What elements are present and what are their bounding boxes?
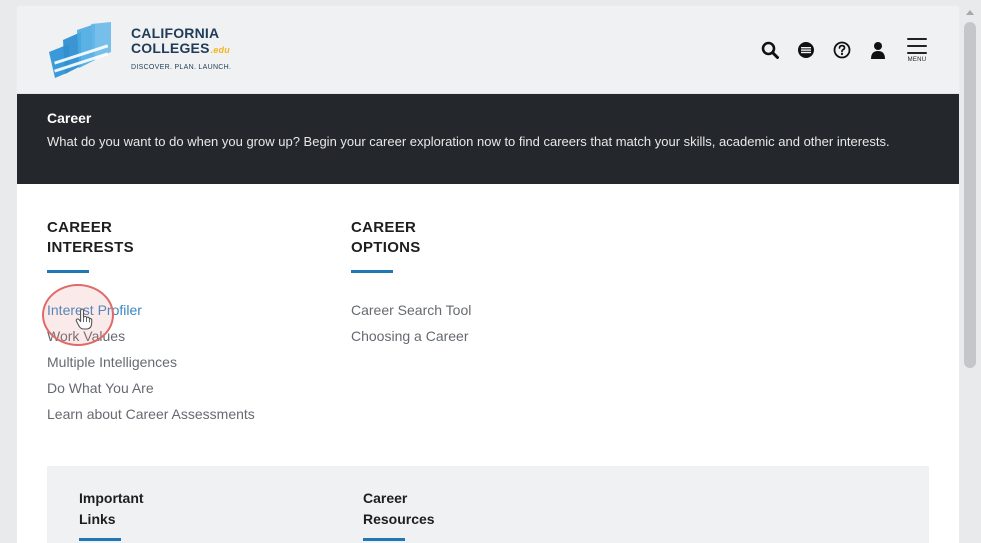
scroll-thumb[interactable] [964, 22, 976, 368]
list-item: Multiple Intelligences [47, 349, 327, 375]
career-options-column: CAREER OPTIONS Career Search Tool Choosi… [351, 218, 631, 349]
career-search-tool-link[interactable]: Career Search Tool [351, 302, 471, 318]
search-icon[interactable] [759, 39, 781, 61]
multiple-intelligences-link[interactable]: Multiple Intelligences [47, 354, 177, 370]
logo-text: CALIFORNIA COLLEGES.edu DISCOVER. PLAN. … [131, 25, 232, 72]
heading-divider [351, 270, 393, 273]
career-interests-heading: CAREER INTERESTS [47, 219, 134, 256]
logo-line-colleges: COLLEGES.edu [131, 41, 231, 58]
logo-colleges-word: COLLEGES [131, 40, 210, 56]
career-options-links: Career Search Tool Choosing a Career [351, 297, 631, 349]
globe-icon[interactable] [795, 39, 817, 61]
logo-edu: .edu [210, 45, 230, 55]
lower-links-panel: Important Links Career Resources [47, 466, 929, 543]
california-colleges-logo[interactable]: CALIFORNIA COLLEGES.edu DISCOVER. PLAN. … [47, 18, 267, 82]
heading-divider [47, 270, 89, 273]
choosing-a-career-link[interactable]: Choosing a Career [351, 328, 469, 344]
career-options-heading: CAREER OPTIONS [351, 219, 421, 256]
logo-mark-icon [49, 22, 111, 78]
important-links-heading: Important Links [79, 490, 144, 527]
career-banner: Career What do you want to do when you g… [17, 94, 959, 184]
banner-title: Career [47, 110, 92, 126]
menu-button[interactable]: MENU [903, 37, 931, 63]
menu-icon [907, 37, 927, 54]
scroll-up-arrow-icon[interactable] [966, 10, 974, 15]
logo-line-california: CALIFORNIA [131, 25, 220, 41]
list-item: Career Search Tool [351, 297, 631, 323]
list-item: Learn about Career Assessments [47, 401, 327, 427]
heading-divider [79, 538, 121, 541]
page-viewport: CALIFORNIA COLLEGES.edu DISCOVER. PLAN. … [17, 6, 959, 543]
career-resources-column: Career Resources [363, 488, 563, 541]
logo-tagline: DISCOVER. PLAN. LAUNCH. [131, 64, 232, 71]
vertical-scrollbar[interactable] [959, 6, 981, 543]
banner-description: What do you want to do when you grow up?… [47, 134, 890, 149]
heading-divider [363, 538, 405, 541]
list-item: Do What You Are [47, 375, 327, 401]
hand-cursor-icon [75, 308, 93, 330]
do-what-you-are-link[interactable]: Do What You Are [47, 380, 154, 396]
career-assessments-link[interactable]: Learn about Career Assessments [47, 406, 255, 422]
user-icon[interactable] [867, 39, 889, 61]
list-item: Choosing a Career [351, 323, 631, 349]
career-resources-heading: Career Resources [363, 490, 435, 527]
site-header: CALIFORNIA COLLEGES.edu DISCOVER. PLAN. … [17, 6, 959, 94]
menu-label: MENU [907, 56, 927, 63]
important-links-column: Important Links [79, 488, 279, 541]
help-icon[interactable] [831, 39, 853, 61]
header-icons: MENU [759, 32, 931, 68]
